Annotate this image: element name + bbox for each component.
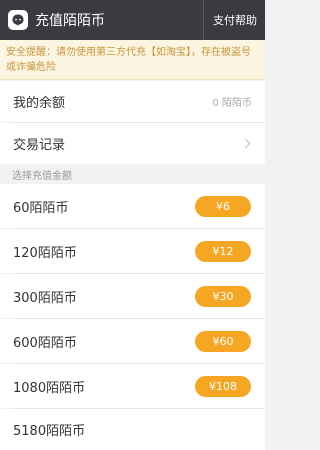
recharge-amount-label: 5180陌陌币 [13,424,86,439]
payment-help-label: 支付帮助 [213,14,257,27]
recharge-option-row[interactable]: 1080陌陌币 ¥108 [0,364,265,408]
recharge-amount-label: 600陌陌币 [13,335,77,351]
momo-logo-icon [8,10,28,30]
recharge-amount-label: 1080陌陌币 [13,380,86,396]
price-button[interactable]: ¥108 [195,375,251,397]
price-button[interactable]: ¥60 [195,330,251,352]
transaction-records-row[interactable]: 交易记录 [0,123,265,164]
price-button[interactable]: ¥12 [195,240,251,262]
price-button[interactable]: ¥6 [195,195,251,217]
balance-row: 我的余额 0 陌陌币 [0,81,265,122]
recharge-amount-label: 120陌陌币 [13,245,77,261]
page-title: 充值陌陌币 [35,13,105,29]
recharge-option-row[interactable]: 5180陌陌币 [0,409,265,450]
chevron-right-icon [240,138,251,149]
recharge-option-row[interactable]: 600陌陌币 ¥60 [0,319,265,363]
balance-value: 0 陌陌币 [212,98,252,109]
price-button[interactable]: ¥30 [195,285,251,307]
payment-help-button[interactable]: 支付帮助 [203,0,265,40]
title-bar: 充值陌陌币 支付帮助 [0,0,265,40]
recharge-amount-label: 300陌陌币 [13,290,77,306]
security-notice: 安全提醒：请勿使用第三方代充【如淘宝】，存在被盗号或诈骗危险 [0,40,265,80]
recharge-option-row[interactable]: 300陌陌币 ¥30 [0,274,265,318]
recharge-amount-label: 60陌陌币 [13,200,69,216]
recharge-option-row[interactable]: 60陌陌币 ¥6 [0,184,265,228]
balance-label: 我的余额 [13,96,66,111]
section-header: 选择充值金额 [0,164,265,184]
recharge-option-row[interactable]: 120陌陌币 ¥12 [0,229,265,273]
transaction-records-label: 交易记录 [13,138,66,153]
